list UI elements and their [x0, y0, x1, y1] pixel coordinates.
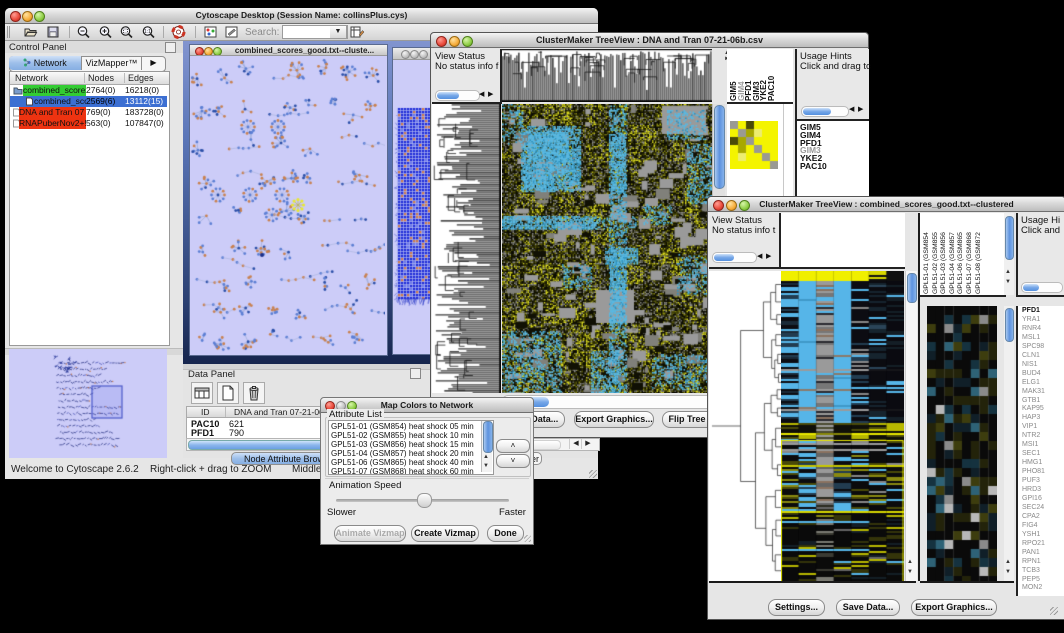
svg-text:1:1: 1:1	[144, 29, 151, 35]
